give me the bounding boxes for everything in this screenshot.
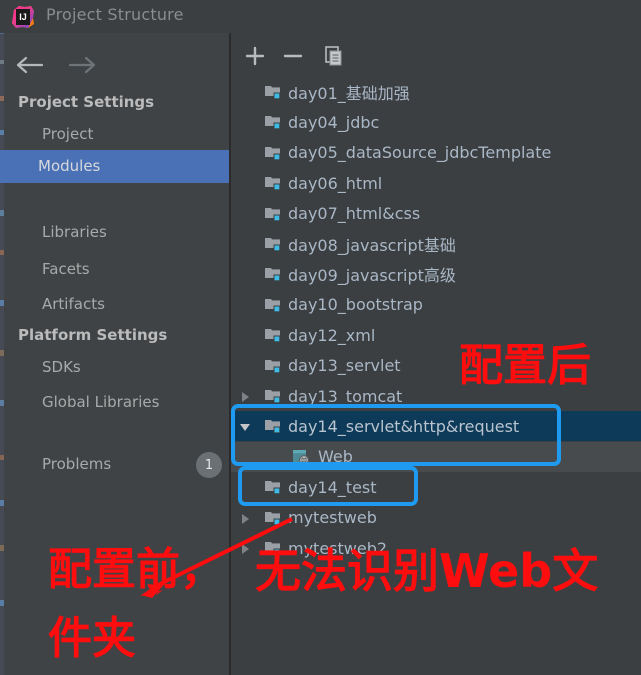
forward-arrow-icon[interactable]: [66, 53, 100, 77]
svg-text:IJ: IJ: [19, 12, 27, 22]
module-folder-icon: [264, 145, 282, 161]
module-folder-icon: [264, 297, 282, 313]
sidebar-item-problems[interactable]: Problems: [42, 455, 111, 473]
chevron-right-icon[interactable]: [238, 389, 252, 403]
tree-row[interactable]: mytestweb: [231, 503, 641, 533]
tree-row[interactable]: day08_javascript基础: [231, 229, 641, 259]
tree-row[interactable]: day01_基础加强: [231, 77, 641, 107]
module-folder-icon: [264, 175, 282, 191]
tree-row[interactable]: day07_html&css: [231, 199, 641, 229]
tree-row-label: day08_javascript基础: [288, 236, 456, 255]
module-folder-icon: [264, 206, 282, 222]
tree-row-label: day07_html&css: [288, 204, 421, 224]
module-folder-icon: [264, 510, 282, 526]
sidebar-item-libraries[interactable]: Libraries: [42, 223, 107, 241]
section-header-project-settings: Project Settings: [18, 93, 155, 111]
tree-row[interactable]: day06_html: [231, 168, 641, 198]
module-folder-icon: [264, 266, 282, 282]
highlight-box-day14-test: [238, 466, 418, 506]
module-folder-icon: [264, 327, 282, 343]
tree-row[interactable]: day04_jdbc: [231, 107, 641, 137]
modules-toolbar: [231, 39, 641, 73]
sidebar-item-modules[interactable]: [0, 150, 230, 183]
intellij-idea-logo-icon: IJ: [11, 5, 35, 29]
panel-divider: [229, 33, 231, 675]
tree-row-label: day13_tomcat: [288, 386, 403, 406]
tree-row-label: day04_jdbc: [288, 112, 380, 132]
sidebar-item-global-libraries[interactable]: Global Libraries: [42, 393, 159, 411]
module-folder-icon: [264, 388, 282, 404]
chevron-right-icon[interactable]: [238, 541, 252, 555]
sidebar-item-sdks[interactable]: SDKs: [42, 358, 81, 376]
minus-icon[interactable]: [280, 43, 306, 69]
back-arrow-icon[interactable]: [14, 53, 48, 77]
tree-row-label: day06_html: [288, 173, 383, 193]
module-folder-icon: [264, 114, 282, 130]
module-folder-icon: [264, 84, 282, 100]
sidebar-item-facets[interactable]: Facets: [42, 260, 90, 278]
tree-row-label: day09_javascript高级: [288, 266, 456, 286]
module-folder-icon: [264, 236, 282, 252]
tree-row[interactable]: day10_bootstrap: [231, 290, 641, 320]
annotation-before-config-line1: 配置前，: [48, 544, 224, 595]
chevron-right-icon[interactable]: [238, 511, 252, 525]
sidebar-item-project[interactable]: Project: [42, 125, 93, 143]
sidebar-item-modules-label: Modules: [38, 157, 101, 175]
copy-module-icon[interactable]: [320, 43, 346, 69]
tree-row-label: mytestweb: [288, 508, 377, 528]
tree-row-label: day13_servlet: [288, 356, 401, 376]
tree-row-label: day05_dataSource_jdbcTemplate: [288, 143, 552, 163]
window-title-bar: IJ Project Structure: [0, 0, 641, 33]
tree-row[interactable]: day05_dataSource_jdbcTemplate: [231, 138, 641, 168]
annotation-before-config-line2: 件夹: [48, 613, 136, 664]
sidebar-item-artifacts[interactable]: Artifacts: [42, 295, 105, 313]
annotation-after-config: 配置后: [459, 340, 591, 391]
page-title: Project Structure: [46, 5, 184, 24]
annotation-cannot-recognize-web: 无法识别Web文: [255, 544, 599, 598]
section-header-platform-settings: Platform Settings: [18, 326, 168, 344]
tree-row-label: day01_基础加强: [288, 84, 410, 103]
problems-count-badge: 1: [196, 452, 222, 478]
tree-row[interactable]: day09_javascript高级: [231, 259, 641, 289]
tree-row-label: day12_xml: [288, 325, 376, 345]
highlight-box-day14-servlet: [231, 404, 561, 466]
module-folder-icon: [264, 358, 282, 374]
tree-row-label: day10_bootstrap: [288, 295, 423, 315]
plus-icon[interactable]: [242, 43, 268, 69]
